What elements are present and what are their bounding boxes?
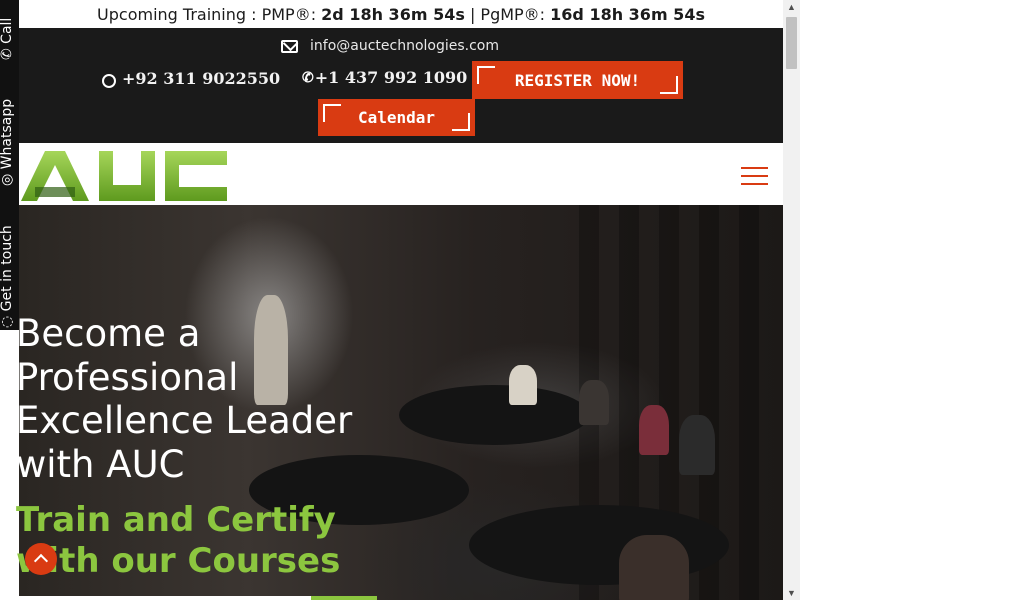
pgmp-countdown: 16d 18h 36m 54s (550, 4, 705, 24)
phone-pk-link[interactable]: +92 311 9022550 (102, 69, 280, 88)
hero-subtitle-line: Train and Certify (16, 500, 336, 540)
phone-icon: ✆ (0, 43, 15, 60)
hero-subtitle-line: with our Courses (16, 541, 341, 581)
page: Upcoming Training : PMP®: 2d 18h 36m 54s… (0, 0, 783, 600)
hero-title-line: with AUC (16, 442, 185, 486)
hero-title: Become a Professional Excellence Leader … (16, 312, 376, 486)
sidebar-whatsapp-label: Whatsapp (0, 98, 15, 170)
sticky-contact-sidebar: ✆ Call ◎ Whatsapp ◌ Get in touch (0, 0, 19, 330)
hamburger-menu-icon[interactable] (741, 167, 768, 185)
upcoming-training-bar[interactable]: Upcoming Training : PMP®: 2d 18h 36m 54s… (19, 0, 783, 28)
training-prefix: Upcoming Training : PMP®: (97, 4, 322, 24)
register-now-button[interactable]: REGISTER NOW! (472, 61, 683, 99)
mail-icon (281, 39, 298, 53)
whatsapp-icon: ◎ (0, 169, 15, 186)
contact-bar: info@auctechnologies.com +92 311 9022550… (19, 28, 783, 143)
hero-title-line: Professional (16, 355, 239, 399)
training-separator: | PgMP®: (464, 4, 551, 24)
sidebar-get-in-touch-link[interactable]: ◌ Get in touch (0, 225, 15, 328)
scroll-up-arrow-icon[interactable]: ▲ (787, 2, 796, 12)
hero-divider-accent (311, 596, 377, 600)
auc-logo[interactable] (19, 147, 229, 203)
sidebar-call-label: Call (0, 17, 15, 44)
email-link[interactable]: info@auctechnologies.com (281, 38, 499, 54)
scroll-to-top-button[interactable] (25, 543, 57, 575)
sidebar-whatsapp-link[interactable]: ◎ Whatsapp (0, 99, 15, 186)
phone-ca-link[interactable]: ✆ +1 437 992 1090 (302, 68, 467, 87)
phone-pk-text: +92 311 9022550 (122, 69, 281, 88)
hero-title-line: Excellence Leader (16, 399, 353, 442)
scrollbar-thumb[interactable] (786, 17, 797, 69)
scroll-down-arrow-icon[interactable]: ▼ (787, 588, 796, 598)
calendar-button[interactable]: Calendar (318, 99, 475, 136)
sidebar-get-in-touch-label: Get in touch (0, 225, 15, 312)
phone-icon: ✆ (302, 69, 314, 86)
hero-title-line: Become a (16, 312, 201, 355)
page-scrollbar[interactable]: ▲ ▼ (783, 0, 800, 600)
chat-icon: ◌ (0, 311, 15, 328)
pmp-countdown: 2d 18h 36m 54s (321, 4, 465, 24)
phone-ca-text: +1 437 992 1090 (314, 68, 468, 87)
sidebar-call-link[interactable]: ✆ Call (0, 18, 15, 60)
hero-subtitle: Train and Certify with our Courses (16, 500, 376, 582)
whatsapp-icon (102, 73, 116, 88)
email-text: info@auctechnologies.com (310, 38, 500, 54)
site-header (19, 143, 783, 205)
